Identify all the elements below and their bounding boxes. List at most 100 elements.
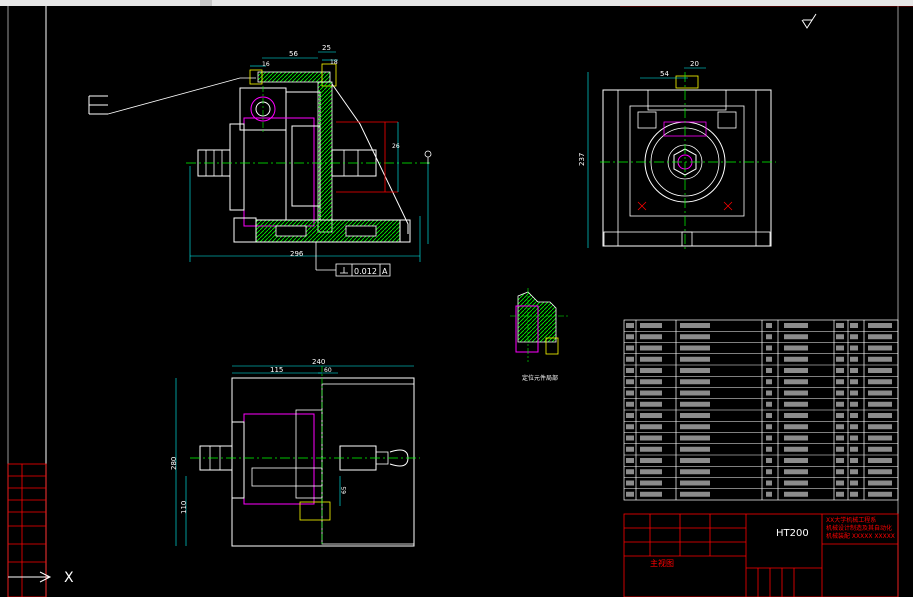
table-cell-mark [766,424,772,430]
table-cell-mark [680,469,710,475]
table-cell-mark [640,368,662,373]
dim-26: 26 [392,143,400,150]
table-cell-mark [626,356,634,362]
table-cell-mark [850,469,858,475]
table-cell-mark [626,469,634,475]
table-cell-mark [640,424,662,430]
table-cell-mark [868,368,892,373]
table-cell-mark [766,458,772,463]
table-cell-mark [850,480,858,486]
table-cell-mark [680,446,710,452]
top-view[interactable]: 240 115 60 280 110 65 [170,358,420,547]
table-cell-mark [766,379,772,385]
table-cell-mark [868,491,892,497]
table-cell-mark [836,356,844,362]
table-cell-mark [626,379,634,385]
table-cell-mark [850,356,858,362]
table-cell-mark [836,368,844,373]
table-cell-mark [850,401,858,407]
table-cell-mark [766,334,772,340]
table-cell-mark [836,390,844,396]
cad-drawing-canvas[interactable]: X 56 25 16 18 296 26 0.012 A 54 20 237 2… [0,6,913,597]
table-cell-mark [836,413,844,418]
table-cell-mark [640,323,662,328]
table-cell-mark [640,435,662,441]
table-cell-mark [640,446,662,452]
table-cell-mark [836,334,844,340]
table-cell-mark [640,390,662,396]
table-cell-mark [766,356,772,362]
table-cell-mark [836,480,844,486]
table-cell-mark [868,390,892,396]
title-school-line-2: 机械设计制造及其自动化 [826,524,892,532]
table-cell-mark [680,379,710,385]
table-cell-mark [784,334,808,340]
table-cell-mark [784,323,808,328]
table-cell-mark [850,435,858,441]
table-cell-mark [836,379,844,385]
title-block[interactable]: HT200 XX大学机械工程系 机械设计制造及其自动化 机械装配 XXXXX X… [623,513,899,597]
table-cell-mark [680,413,710,418]
table-cell-mark [766,345,772,351]
table-cell-mark [680,458,710,463]
detail-view[interactable]: 定位元件局部 [510,288,570,382]
side-view[interactable]: 54 20 237 [578,60,776,252]
table-cell-mark [836,469,844,475]
tolerance-datum: A [382,267,388,276]
table-cell-mark [850,379,858,385]
table-cell-mark [784,424,808,430]
table-cell-mark [640,356,662,362]
table-cell-mark [680,356,710,362]
tolerance-value: 0.012 [354,267,377,276]
table-cell-mark [868,435,892,441]
table-cell-mark [836,323,844,328]
table-cell-mark [680,424,710,430]
table-cell-mark [680,345,710,351]
title-school-line-1: XX大学机械工程系 [826,516,876,524]
table-cell-mark [836,458,844,463]
table-cell-mark [640,469,662,475]
table-cell-mark [766,390,772,396]
table-cell-mark [640,413,662,418]
table-cell-mark [626,390,634,396]
table-cell-mark [680,480,710,486]
drawing-frame [7,6,913,597]
table-cell-mark [626,458,634,463]
table-cell-mark [784,435,808,441]
table-cell-mark [850,458,858,463]
table-cell-mark [626,435,634,441]
table-cell-mark [850,491,858,497]
table-cell-mark [680,323,710,328]
detail-label: 定位元件局部 [522,374,558,382]
table-cell-mark [640,480,662,486]
table-cell-mark [868,323,892,328]
dim-110: 110 [180,501,188,514]
table-cell-mark [680,334,710,340]
dim-16: 16 [262,61,270,68]
table-cell-mark [784,469,808,475]
table-cell-mark [784,446,808,452]
table-cell-mark [784,401,808,407]
table-cell-mark [640,345,662,351]
dim-18: 18 [330,59,338,66]
table-cell-mark [784,356,808,362]
table-cell-mark [784,345,808,351]
table-cell-mark [640,491,662,497]
table-cell-mark [836,446,844,452]
title-material: HT200 [776,528,809,539]
table-cell-mark [680,390,710,396]
front-view[interactable]: 56 25 16 18 296 26 0.012 A [88,44,432,277]
table-cell-mark [766,446,772,452]
table-cell-mark [640,379,662,385]
table-cell-mark [784,390,808,396]
ucs-icon [8,571,52,583]
parts-list-rows [624,323,898,497]
table-cell-mark [850,446,858,452]
table-cell-mark [850,413,858,418]
table-cell-mark [850,424,858,430]
table-cell-mark [868,469,892,475]
table-cell-mark [766,491,772,497]
table-cell-mark [868,356,892,362]
ucs-x-label: X [64,570,74,586]
table-cell-mark [784,368,808,373]
